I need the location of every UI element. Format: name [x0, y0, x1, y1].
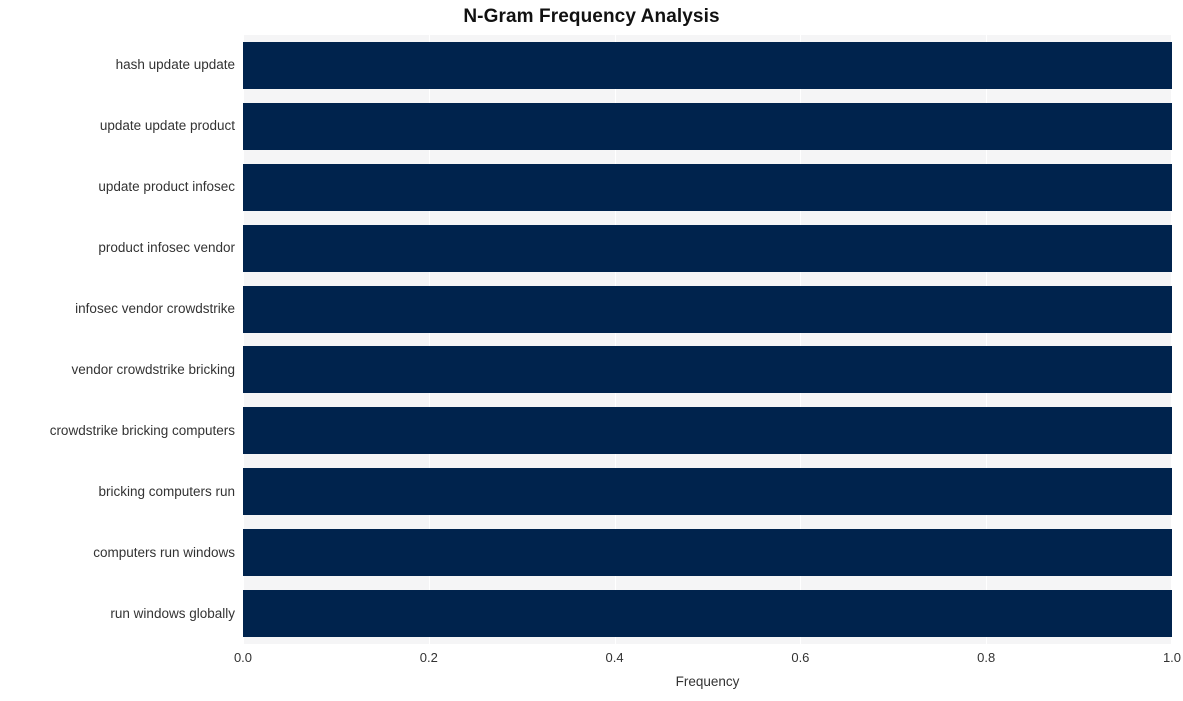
x-axis-tick-label: 0.0 — [233, 650, 253, 665]
x-axis-tick-label: 1.0 — [1162, 650, 1182, 665]
bar-row — [243, 529, 1172, 577]
y-axis-tick-label: run windows globally — [110, 605, 235, 621]
y-axis-tick-label: vendor crowdstrike bricking — [71, 361, 235, 377]
x-axis-tick-label: 0.4 — [605, 650, 624, 665]
y-axis-tick-label: crowdstrike bricking computers — [49, 422, 235, 438]
bar[interactable] — [243, 285, 1172, 333]
y-axis-tick-label: bricking computers run — [98, 483, 235, 499]
bar-row — [243, 102, 1172, 150]
y-axis-tick-label: computers run windows — [93, 544, 235, 560]
x-axis-tick-label: 0.2 — [419, 650, 438, 665]
x-axis-label: Frequency — [675, 674, 740, 689]
bar-row — [243, 163, 1172, 211]
bar-row — [243, 224, 1172, 272]
bar[interactable] — [243, 468, 1172, 516]
bar-row — [243, 468, 1172, 516]
bar-row — [243, 407, 1172, 455]
y-axis-tick-label: infosec vendor crowdstrike — [75, 301, 235, 317]
x-axis-tick-label: 0.6 — [791, 650, 810, 665]
bar[interactable] — [243, 407, 1172, 455]
y-axis-tick-label: product infosec vendor — [98, 240, 235, 256]
bar[interactable] — [243, 590, 1172, 638]
bar[interactable] — [243, 102, 1172, 150]
bar-row — [243, 41, 1172, 89]
plot-area — [243, 35, 1172, 644]
chart-title: N-Gram Frequency Analysis — [463, 6, 720, 27]
x-axis-tick-label: 0.8 — [977, 650, 996, 665]
chart-figure: N-Gram Frequency Analysis hash update up… — [0, 0, 1183, 701]
bar-row — [243, 590, 1172, 638]
bar[interactable] — [243, 224, 1172, 272]
y-axis-tick-labels: hash update update update update product u… — [0, 35, 235, 644]
bar[interactable] — [243, 529, 1172, 577]
y-axis-tick-label: update product infosec — [98, 179, 235, 195]
y-axis-tick-label: update update product — [99, 118, 235, 134]
bar-row — [243, 346, 1172, 394]
bar[interactable] — [243, 346, 1172, 394]
bar[interactable] — [243, 41, 1172, 89]
x-axis-tick-labels: 0.0 0.2 0.4 0.6 0.8 1.0 — [0, 650, 1183, 670]
y-axis-tick-label: hash update update — [115, 57, 235, 73]
bar-row — [243, 285, 1172, 333]
bar[interactable] — [243, 163, 1172, 211]
